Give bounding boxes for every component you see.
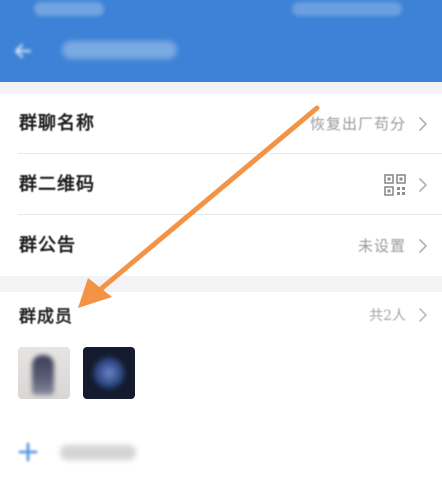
status-icons-blurred xyxy=(292,2,402,16)
group-name-label: 群聊名称 xyxy=(19,113,95,134)
chevron-right-icon xyxy=(419,308,427,322)
members-card: 群成员 共2人 xyxy=(0,292,442,489)
group-notice-label: 群公告 xyxy=(19,235,76,256)
group-notice-row[interactable]: 群公告 未设置 xyxy=(0,216,442,276)
add-member-label-blurred xyxy=(60,445,136,460)
page-title-blurred xyxy=(62,41,177,59)
members-count: 共2人 xyxy=(369,308,406,324)
group-name-row[interactable]: 群聊名称 恢复出厂苟分 xyxy=(0,94,442,154)
members-label: 群成员 xyxy=(19,307,73,327)
chevron-right-icon xyxy=(419,239,427,253)
back-button[interactable] xyxy=(8,36,38,66)
app-header xyxy=(0,0,442,82)
status-time-blurred xyxy=(34,2,104,16)
back-arrow-icon xyxy=(14,43,32,59)
members-header-row[interactable]: 群成员 共2人 xyxy=(0,292,442,336)
avatar-figure xyxy=(93,357,125,389)
avatar-figure xyxy=(32,355,54,395)
add-member-button[interactable] xyxy=(18,437,218,467)
member-avatar[interactable] xyxy=(18,347,70,399)
row-divider xyxy=(18,214,442,215)
group-notice-value: 未设置 xyxy=(357,237,406,255)
group-qr-label: 群二维码 xyxy=(19,174,95,195)
qr-code-icon xyxy=(384,174,406,196)
row-divider xyxy=(18,153,442,154)
group-name-value: 恢复出厂苟分 xyxy=(309,115,406,133)
settings-card: 群聊名称 恢复出厂苟分 群二维码 群公告 未设置 xyxy=(0,94,442,276)
group-qr-row[interactable]: 群二维码 xyxy=(0,155,442,215)
group-settings-screen: 群聊名称 恢复出厂苟分 群二维码 群公告 未设置 群成员 共2人 xyxy=(0,0,442,489)
plus-icon xyxy=(18,442,38,462)
status-bar xyxy=(0,0,442,22)
chevron-right-icon xyxy=(419,178,427,192)
member-avatar[interactable] xyxy=(83,347,135,399)
chevron-right-icon xyxy=(419,117,427,131)
